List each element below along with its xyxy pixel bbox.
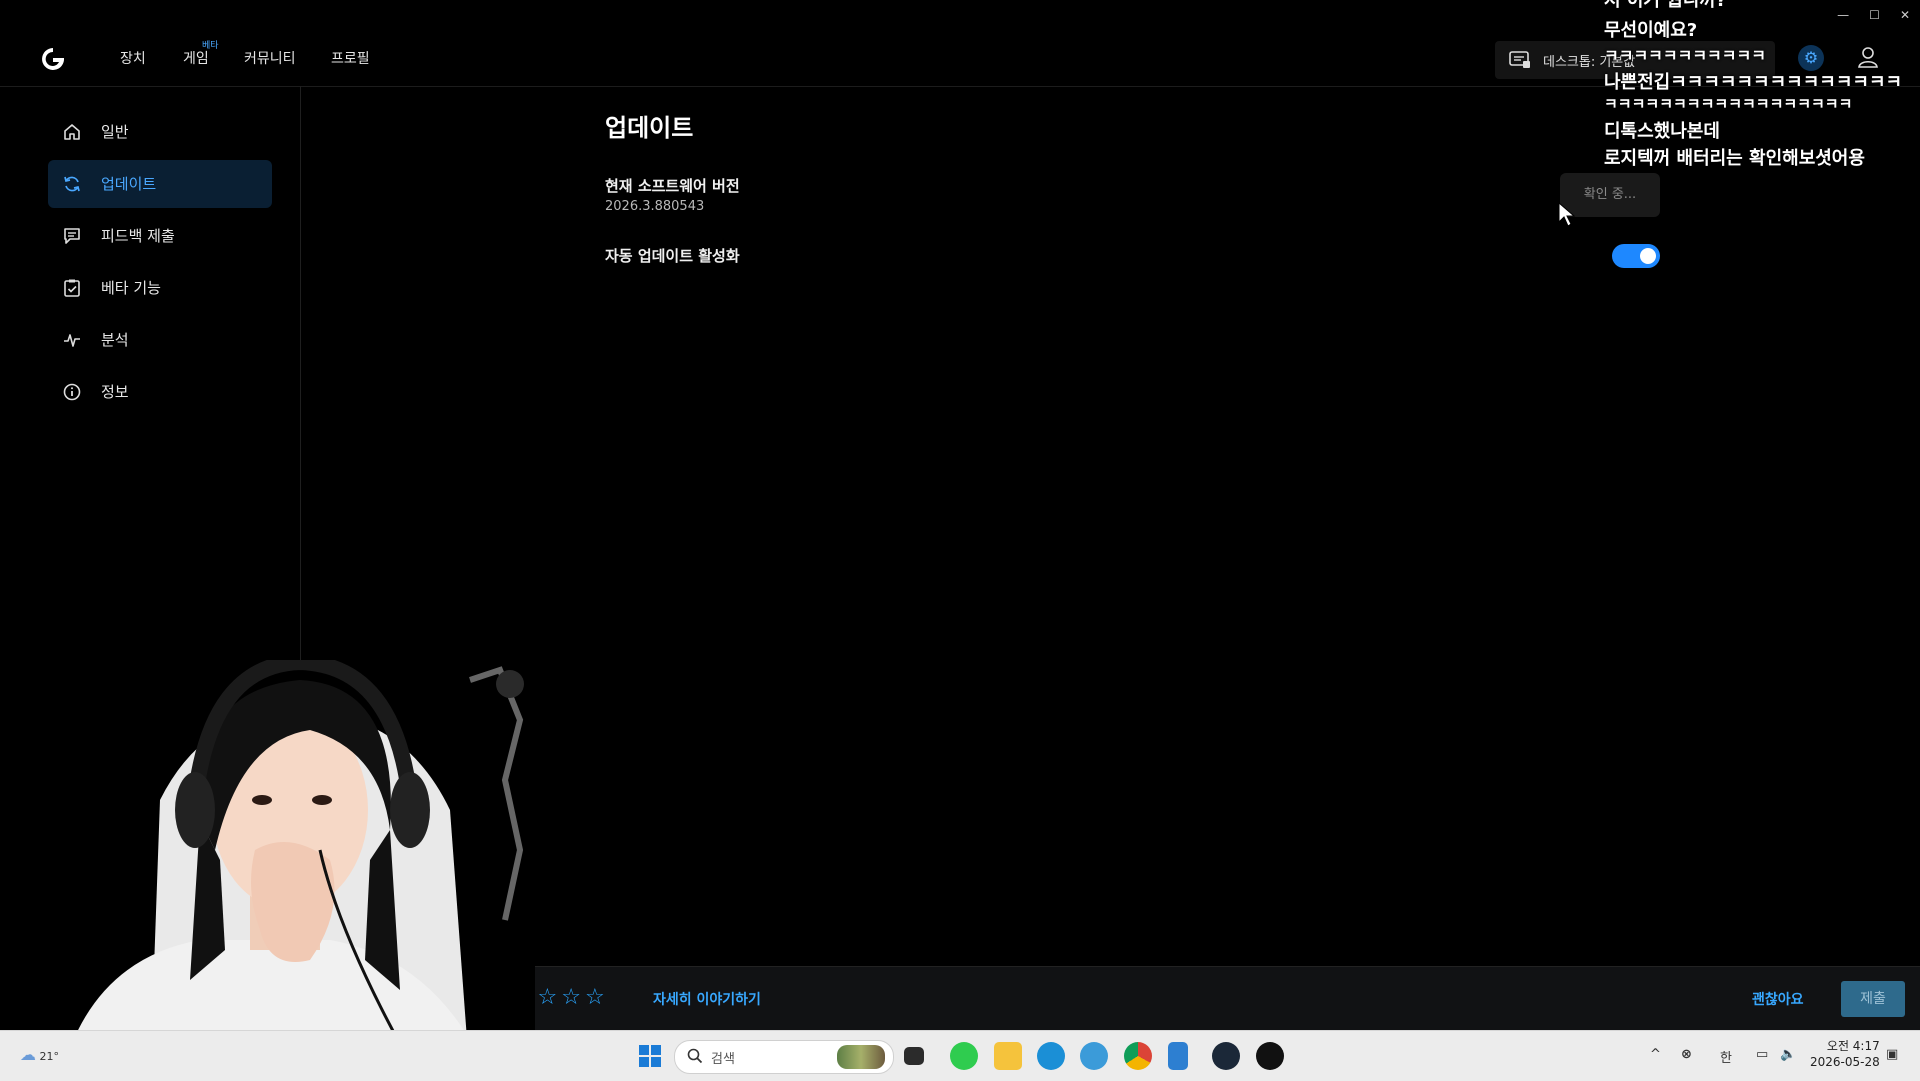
- software-version-value: 2026.3.880543: [605, 199, 705, 214]
- sidebar-item-beta[interactable]: 베타 기능: [48, 264, 272, 312]
- pulse-icon: [62, 330, 82, 350]
- sidebar-item-info[interactable]: 정보: [48, 368, 272, 416]
- task-view-icon[interactable]: [904, 1047, 924, 1065]
- chat-line: 무선이예요?: [1604, 20, 1698, 41]
- app-tray-icon[interactable]: ⊗: [1681, 1047, 1692, 1062]
- beta-badge: 베타: [202, 41, 219, 51]
- clock-time: 오전 4:17: [1826, 1039, 1880, 1053]
- star-icon[interactable]: ☆: [537, 985, 557, 1010]
- desktop-icon: [1509, 51, 1531, 73]
- cloud-icon: ☁: [20, 1045, 36, 1064]
- windows-start-icon[interactable]: [636, 1042, 664, 1070]
- chat-icon: [62, 226, 82, 246]
- weather-widget[interactable]: ☁ 21°: [20, 1045, 59, 1064]
- notepad-icon[interactable]: [1168, 1042, 1188, 1070]
- minimize-icon[interactable]: —: [1837, 8, 1849, 22]
- toggle-knob: [1640, 248, 1656, 264]
- tell-more-link[interactable]: 자세히 이야기하기: [653, 989, 761, 1009]
- maximize-icon[interactable]: ☐: [1869, 8, 1880, 22]
- software-version-label: 현재 소프트웨어 버전: [605, 177, 740, 195]
- search-placeholder: 검색: [711, 1052, 735, 1067]
- nav-community[interactable]: 커뮤니티: [244, 48, 296, 68]
- globe-app-icon[interactable]: [1080, 1042, 1108, 1070]
- steam-icon[interactable]: [1212, 1042, 1240, 1070]
- weather-temp: 21°: [39, 1050, 60, 1063]
- nav-profile[interactable]: 프로필: [331, 48, 370, 68]
- window-controls: — ☐ ✕: [1837, 8, 1910, 22]
- chat-line: ㅋㅋㅋㅋㅋㅋㅋㅋㅋㅋㅋ: [1604, 46, 1766, 65]
- nav-games[interactable]: 게임: [183, 48, 209, 68]
- webcam-overlay: [0, 660, 535, 1080]
- home-icon: [62, 122, 82, 142]
- sidebar-item-label: 피드백 제출: [101, 227, 175, 245]
- search-highlight-image: [837, 1045, 885, 1069]
- sidebar-item-label: 정보: [101, 383, 129, 401]
- refresh-icon: [62, 174, 82, 194]
- chat-line: 나쁜전깁ㅋㅋㅋㅋㅋㅋㅋㅋㅋㅋㅋㅋㅋㅋ: [1604, 72, 1903, 93]
- sidebar-item-label: 분석: [101, 331, 129, 349]
- star-icon[interactable]: ☆: [585, 985, 605, 1010]
- info-icon: [62, 382, 82, 402]
- ime-indicator[interactable]: 한: [1720, 1047, 1732, 1066]
- sidebar-item-label: 베타 기능: [101, 279, 161, 297]
- sidebar-item-general[interactable]: 일반: [48, 108, 272, 156]
- file-explorer-icon[interactable]: [994, 1042, 1022, 1070]
- chrome-browser-icon[interactable]: [1124, 1042, 1152, 1070]
- windows-taskbar: ☁ 21° 검색 ^ ⊗ 한 ▭ 🔈 오전 4:17 2026-05-28 ▣: [0, 1030, 1920, 1081]
- submit-button[interactable]: 제출: [1841, 981, 1905, 1017]
- logitech-ghub-taskbar-icon[interactable]: [1256, 1042, 1284, 1070]
- edge-browser-icon[interactable]: [1037, 1042, 1065, 1070]
- network-icon[interactable]: ▭: [1756, 1047, 1768, 1062]
- auto-update-label: 자동 업데이트 활성화: [605, 247, 740, 265]
- auto-update-toggle[interactable]: [1612, 244, 1660, 268]
- clock-date: 2026-05-28: [1810, 1055, 1880, 1069]
- sidebar-item-label: 일반: [101, 123, 129, 141]
- clipboard-check-icon: [62, 278, 82, 298]
- chevron-up-icon[interactable]: ^: [1650, 1047, 1661, 1062]
- chat-line: 디톡스했나본데: [1604, 121, 1720, 142]
- chat-line: ㅋㅋㅋㅋㅋㅋㅋㅋㅋㅋㅋㅋㅋㅋㅋㅋㅋㅋ: [1604, 95, 1853, 113]
- close-icon[interactable]: ✕: [1900, 8, 1910, 22]
- volume-icon[interactable]: 🔈: [1780, 1047, 1796, 1062]
- page-title: 업데이트: [605, 114, 694, 142]
- mouse-cursor-icon: [1558, 201, 1576, 232]
- search-icon: [687, 1048, 703, 1068]
- chat-line: 로지텍꺼 배터리는 확인해보셧어용: [1604, 148, 1865, 169]
- star-icon[interactable]: ☆: [561, 985, 581, 1010]
- taskbar-search-input[interactable]: 검색: [674, 1040, 894, 1074]
- sidebar-item-label: 업데이트: [101, 175, 157, 193]
- its-fine-link[interactable]: 괜찮아요: [1752, 989, 1804, 1009]
- sidebar-item-update[interactable]: 업데이트: [48, 160, 272, 208]
- sidebar-item-analytics[interactable]: 분석: [48, 316, 272, 364]
- nav-devices[interactable]: 장치: [120, 48, 146, 68]
- notification-icon[interactable]: ▣: [1886, 1047, 1898, 1062]
- messenger-app-icon[interactable]: [950, 1042, 978, 1070]
- logitech-g-logo[interactable]: [38, 44, 68, 74]
- sidebar-item-feedback[interactable]: 피드백 제출: [48, 212, 272, 260]
- taskbar-clock[interactable]: 오전 4:17 2026-05-28: [1810, 1038, 1880, 1070]
- chat-line: 저 이거 뭡니까?: [1604, 0, 1727, 11]
